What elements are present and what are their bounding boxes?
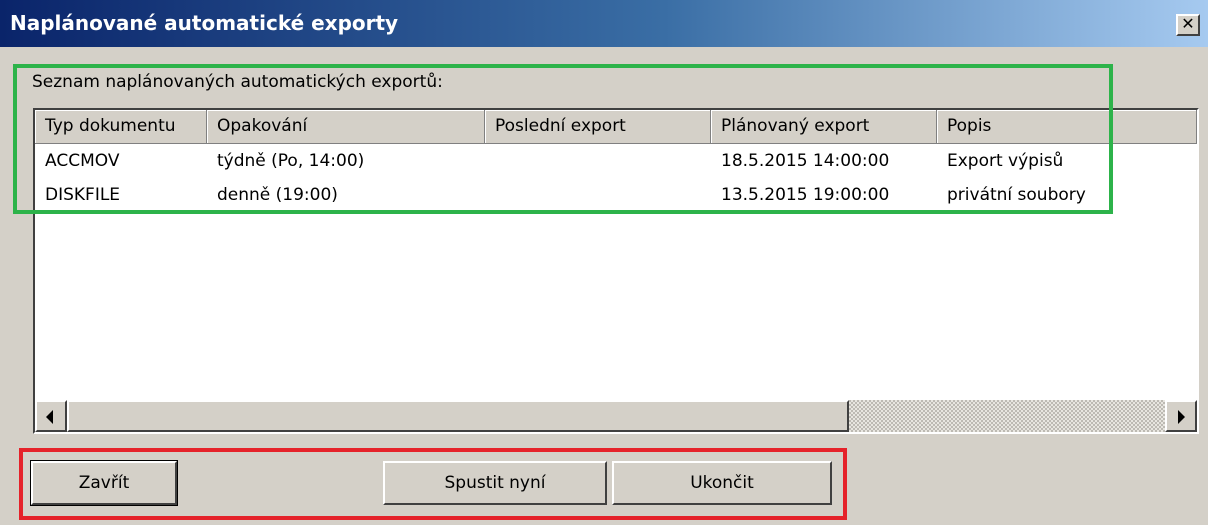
close-icon: ✕ xyxy=(1181,14,1195,33)
cell-repetition: denně (19:00) xyxy=(217,185,338,205)
title-bar: Naplánované automatické exporty ✕ xyxy=(0,0,1208,47)
cell-description: privátní soubory xyxy=(947,185,1086,205)
exports-list[interactable]: Typ dokumentu Opakování Poslední export … xyxy=(33,108,1199,434)
table-row[interactable]: DISKFILE denně (19:00) 13.5.2015 19:00:0… xyxy=(35,178,1197,212)
cell-document-type: ACCMOV xyxy=(45,151,120,171)
close-button[interactable]: Zavřít xyxy=(30,460,178,506)
list-header: Typ dokumentu Opakování Poslední export … xyxy=(35,110,1197,144)
cell-repetition: týdně (Po, 14:00) xyxy=(217,151,365,171)
column-header-last-export[interactable]: Poslední export xyxy=(485,110,711,144)
column-header-document-type[interactable]: Typ dokumentu xyxy=(35,110,207,144)
window-title: Naplánované automatické exporty xyxy=(10,11,399,35)
cell-last-export xyxy=(495,178,709,212)
close-window-button[interactable]: ✕ xyxy=(1176,14,1200,36)
scrollbar-thumb[interactable] xyxy=(67,400,849,432)
cell-document-type: DISKFILE xyxy=(45,185,121,205)
list-label: Seznam naplánovaných automatických expor… xyxy=(32,72,443,92)
cell-last-export xyxy=(495,144,709,178)
table-row[interactable]: ACCMOV týdně (Po, 14:00) 18.5.2015 14:00… xyxy=(35,144,1197,178)
arrow-left-icon xyxy=(46,410,53,424)
column-header-repetition[interactable]: Opakování xyxy=(207,110,485,144)
column-header-description[interactable]: Popis xyxy=(937,110,1197,144)
run-now-button[interactable]: Spustit nyní xyxy=(383,461,607,505)
column-header-planned-export[interactable]: Plánovaný export xyxy=(711,110,937,144)
horizontal-scrollbar[interactable] xyxy=(35,400,1197,432)
cell-description: Export výpisů xyxy=(947,151,1064,171)
cell-planned-export: 18.5.2015 14:00:00 xyxy=(721,151,890,171)
cell-planned-export: 13.5.2015 19:00:00 xyxy=(721,185,890,205)
stop-button[interactable]: Ukončit xyxy=(612,461,832,505)
scroll-right-button[interactable] xyxy=(1165,400,1197,432)
arrow-right-icon xyxy=(1178,410,1185,424)
scroll-left-button[interactable] xyxy=(35,400,67,432)
export-schedule-dialog: Naplánované automatické exporty ✕ Seznam… xyxy=(0,0,1208,525)
